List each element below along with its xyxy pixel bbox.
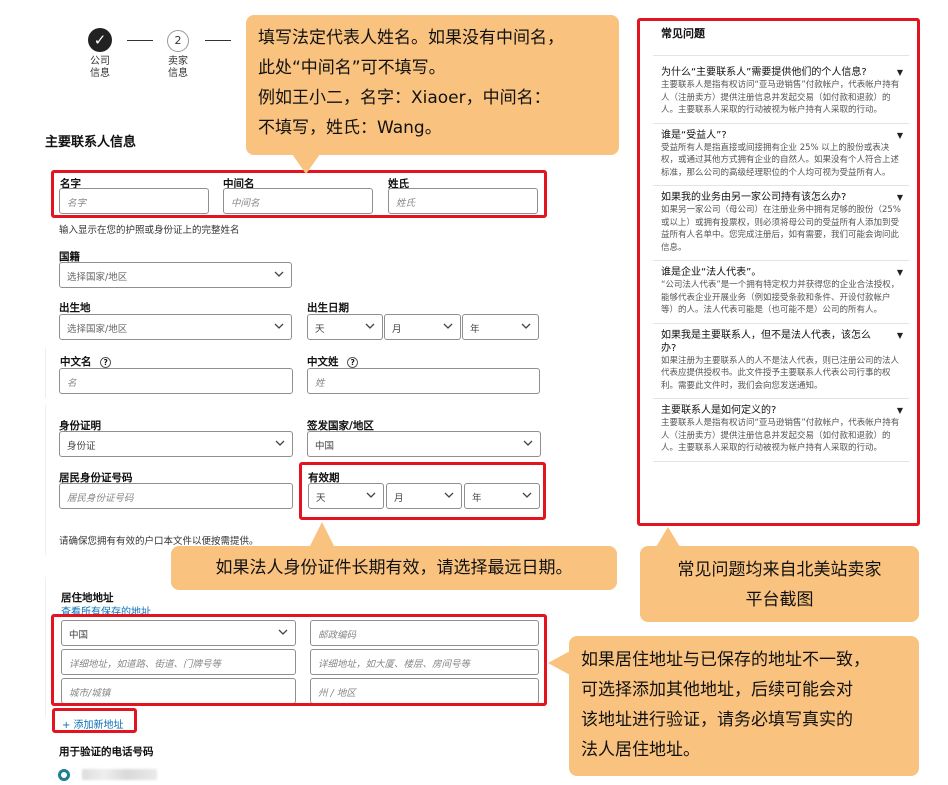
faq-question[interactable]: 谁是“受益人”?: [661, 129, 901, 142]
chevron-down-icon: [274, 437, 286, 449]
id-number-input[interactable]: 居民身份证号码: [59, 483, 293, 509]
name-callout: 填写法定代表人姓名。如果没有中间名， 此处“中间名”可不填写。 例如王小二，名字…: [246, 15, 619, 155]
callout-line: 例如王小二，名字：Xiaoer，中间名：: [258, 88, 551, 108]
chinese-first-input[interactable]: 名: [59, 368, 293, 394]
birthdate-label: 出生日期: [307, 302, 349, 314]
expand-arrow-icon[interactable]: ▼: [897, 131, 903, 140]
birthplace-select[interactable]: 选择国家/地区: [59, 314, 292, 340]
phone-number-blurred: [82, 769, 157, 780]
step-1-label: 公司 信息: [90, 56, 110, 79]
section-title: 主要联系人信息: [45, 135, 137, 150]
expand-arrow-icon[interactable]: ▼: [897, 268, 903, 277]
expand-arrow-icon[interactable]: ▼: [897, 68, 903, 77]
household-hint: 请确保您拥有有效的户口本文件以便按需提供。: [59, 536, 259, 547]
callout-line: 法人居住地址。: [581, 740, 700, 760]
chevron-down-icon: [273, 320, 285, 332]
chinese-last-label: 中文姓 ?: [307, 354, 359, 369]
faq-answer: 如果另一家公司（母公司）在注册业务中拥有足够的股份（25%或以上）或拥有投票权，…: [661, 205, 901, 253]
faq-title: 常见问题: [661, 27, 705, 40]
faq-question[interactable]: 如果我的业务由另一家公司持有该怎么办?: [661, 191, 901, 204]
birthplace-label: 出生地: [59, 302, 91, 314]
chevron-down-icon: [522, 437, 534, 449]
birthdate-month-select[interactable]: 月: [384, 314, 461, 340]
step-connector: [205, 40, 231, 41]
phone-label: 用于验证的电话号码: [59, 746, 154, 758]
chinese-last-input[interactable]: 姓: [307, 368, 540, 394]
chevron-down-icon: [273, 268, 285, 280]
callout-line: 如果居住地址与已保存的地址不一致，: [581, 650, 870, 670]
faq-answer: 如果注册为主要联系人的人不是法人代表，则已注册公司的法人代表应提供授权书。此文件…: [661, 355, 900, 391]
name-callout-pointer: [292, 154, 320, 174]
faq-callout-pointer: [656, 527, 680, 547]
faq-item[interactable]: 主要联系人是如何定义的? ▼ 主要联系人是指有权访问“亚马逊销售”付款帐户，代表帐户…: [653, 399, 909, 461]
faq-answer: 受益所有人是指直接或间接拥有企业 25% 以上的股份或表决权，或通过其他方式拥有…: [661, 142, 900, 178]
expiry-callout-pointer: [310, 522, 334, 546]
id-proof-select[interactable]: 身份证: [59, 431, 293, 457]
info-icon[interactable]: ?: [347, 356, 359, 368]
faq-divider: [653, 460, 909, 462]
callout-line: 该地址进行验证，请务必填写真实的: [581, 710, 853, 730]
faq-question[interactable]: 主要联系人是如何定义的?: [661, 404, 901, 417]
callout-line: 此处“中间名”可不填写。: [258, 58, 446, 78]
faq-item[interactable]: 谁是“受益人”? ▼ 受益所有人是指直接或间接拥有企业 25% 以上的股份或表决权，…: [653, 124, 909, 186]
phone-radio[interactable]: [58, 769, 70, 781]
add-address-highlight: [52, 708, 137, 733]
nationality-select[interactable]: 选择国家/地区: [59, 262, 292, 288]
faq-question[interactable]: 为什么“主要联系人”需要提供他们的个人信息?: [661, 66, 901, 79]
expiry-highlight: [299, 462, 546, 520]
faq-answer: 主要联系人是指有权访问“亚马逊销售”付款帐户，代表帐户持有人（注册卖方）提供注册…: [661, 80, 900, 115]
faq-item[interactable]: 谁是企业“法人代表”。 ▼ “公司法人代表”是一个拥有特定权力并获得您的企业合法授权…: [653, 261, 909, 323]
faq-item[interactable]: 如果我是主要联系人，但不是法人代表，该怎么办? ▼ 如果注册为主要联系人的人不是法人…: [653, 324, 909, 399]
address-highlight: [51, 614, 547, 706]
callout-line: 常见问题均来自北美站卖家: [677, 560, 882, 580]
address-callout: 如果居住地址与已保存的地址不一致， 可选择添加其他地址，后续可能会对 该地址进行…: [569, 636, 919, 776]
chevron-down-icon: [364, 320, 376, 332]
name-row-highlight: [51, 170, 547, 218]
issuing-country-select[interactable]: 中国: [307, 431, 541, 457]
callout-line: 平台截图: [745, 590, 814, 610]
step-2-number: 2: [167, 30, 189, 52]
address-callout-pointer: [548, 651, 570, 675]
faq-divider: [653, 55, 909, 56]
birthdate-year-select[interactable]: 年: [462, 314, 539, 340]
expand-arrow-icon[interactable]: ▼: [897, 193, 903, 202]
step-1-check-icon: ✓: [88, 28, 112, 52]
chinese-first-label: 中文名 ?: [60, 354, 112, 369]
name-hint: 输入显示在您的护照或身份证上的完整姓名: [59, 225, 240, 236]
callout-line: 填写法定代表人姓名。如果没有中间名，: [258, 28, 564, 48]
faq-item[interactable]: 如果我的业务由另一家公司持有该怎么办? ▼ 如果另一家公司（母公司）在注册业务中拥有…: [653, 186, 909, 260]
expand-arrow-icon[interactable]: ▼: [897, 331, 903, 340]
callout-line: 可选择添加其他地址，后续可能会对: [581, 680, 853, 700]
faq-callout: 常见问题均来自北美站卖家 平台截图: [640, 546, 919, 622]
callout-line: 如果法人身份证件长期有效，请选择最远日期。: [215, 558, 573, 578]
faq-answer: “公司法人代表”是一个拥有特定权力并获得您的企业合法授权，能够代表企业开展业务（…: [661, 280, 900, 315]
faq-item[interactable]: 为什么“主要联系人”需要提供他们的个人信息? ▼ 主要联系人是指有权访问“亚马逊销售…: [653, 61, 909, 123]
chevron-down-icon: [520, 320, 532, 332]
step-2-label: 卖家 信息: [168, 56, 188, 79]
callout-line: 不填写，姓氏：Wang。: [258, 118, 442, 138]
expand-arrow-icon[interactable]: ▼: [897, 406, 903, 415]
faq-panel: 常见问题 为什么“主要联系人”需要提供他们的个人信息? ▼ 主要联系人是指有权访问“…: [653, 25, 909, 462]
faq-question[interactable]: 如果我是主要联系人，但不是法人代表，该怎么办?: [661, 329, 901, 355]
step-connector: [127, 40, 153, 41]
birthdate-day-select[interactable]: 天: [307, 314, 383, 340]
info-icon[interactable]: ?: [100, 356, 112, 368]
faq-answer: 主要联系人是指有权访问“亚马逊销售”付款帐户，代表帐户持有人（注册卖方）提供注册…: [661, 418, 900, 453]
chevron-down-icon: [442, 320, 454, 332]
expiry-callout: 如果法人身份证件长期有效，请选择最远日期。: [171, 546, 617, 590]
faq-question[interactable]: 谁是企业“法人代表”。: [661, 266, 901, 279]
